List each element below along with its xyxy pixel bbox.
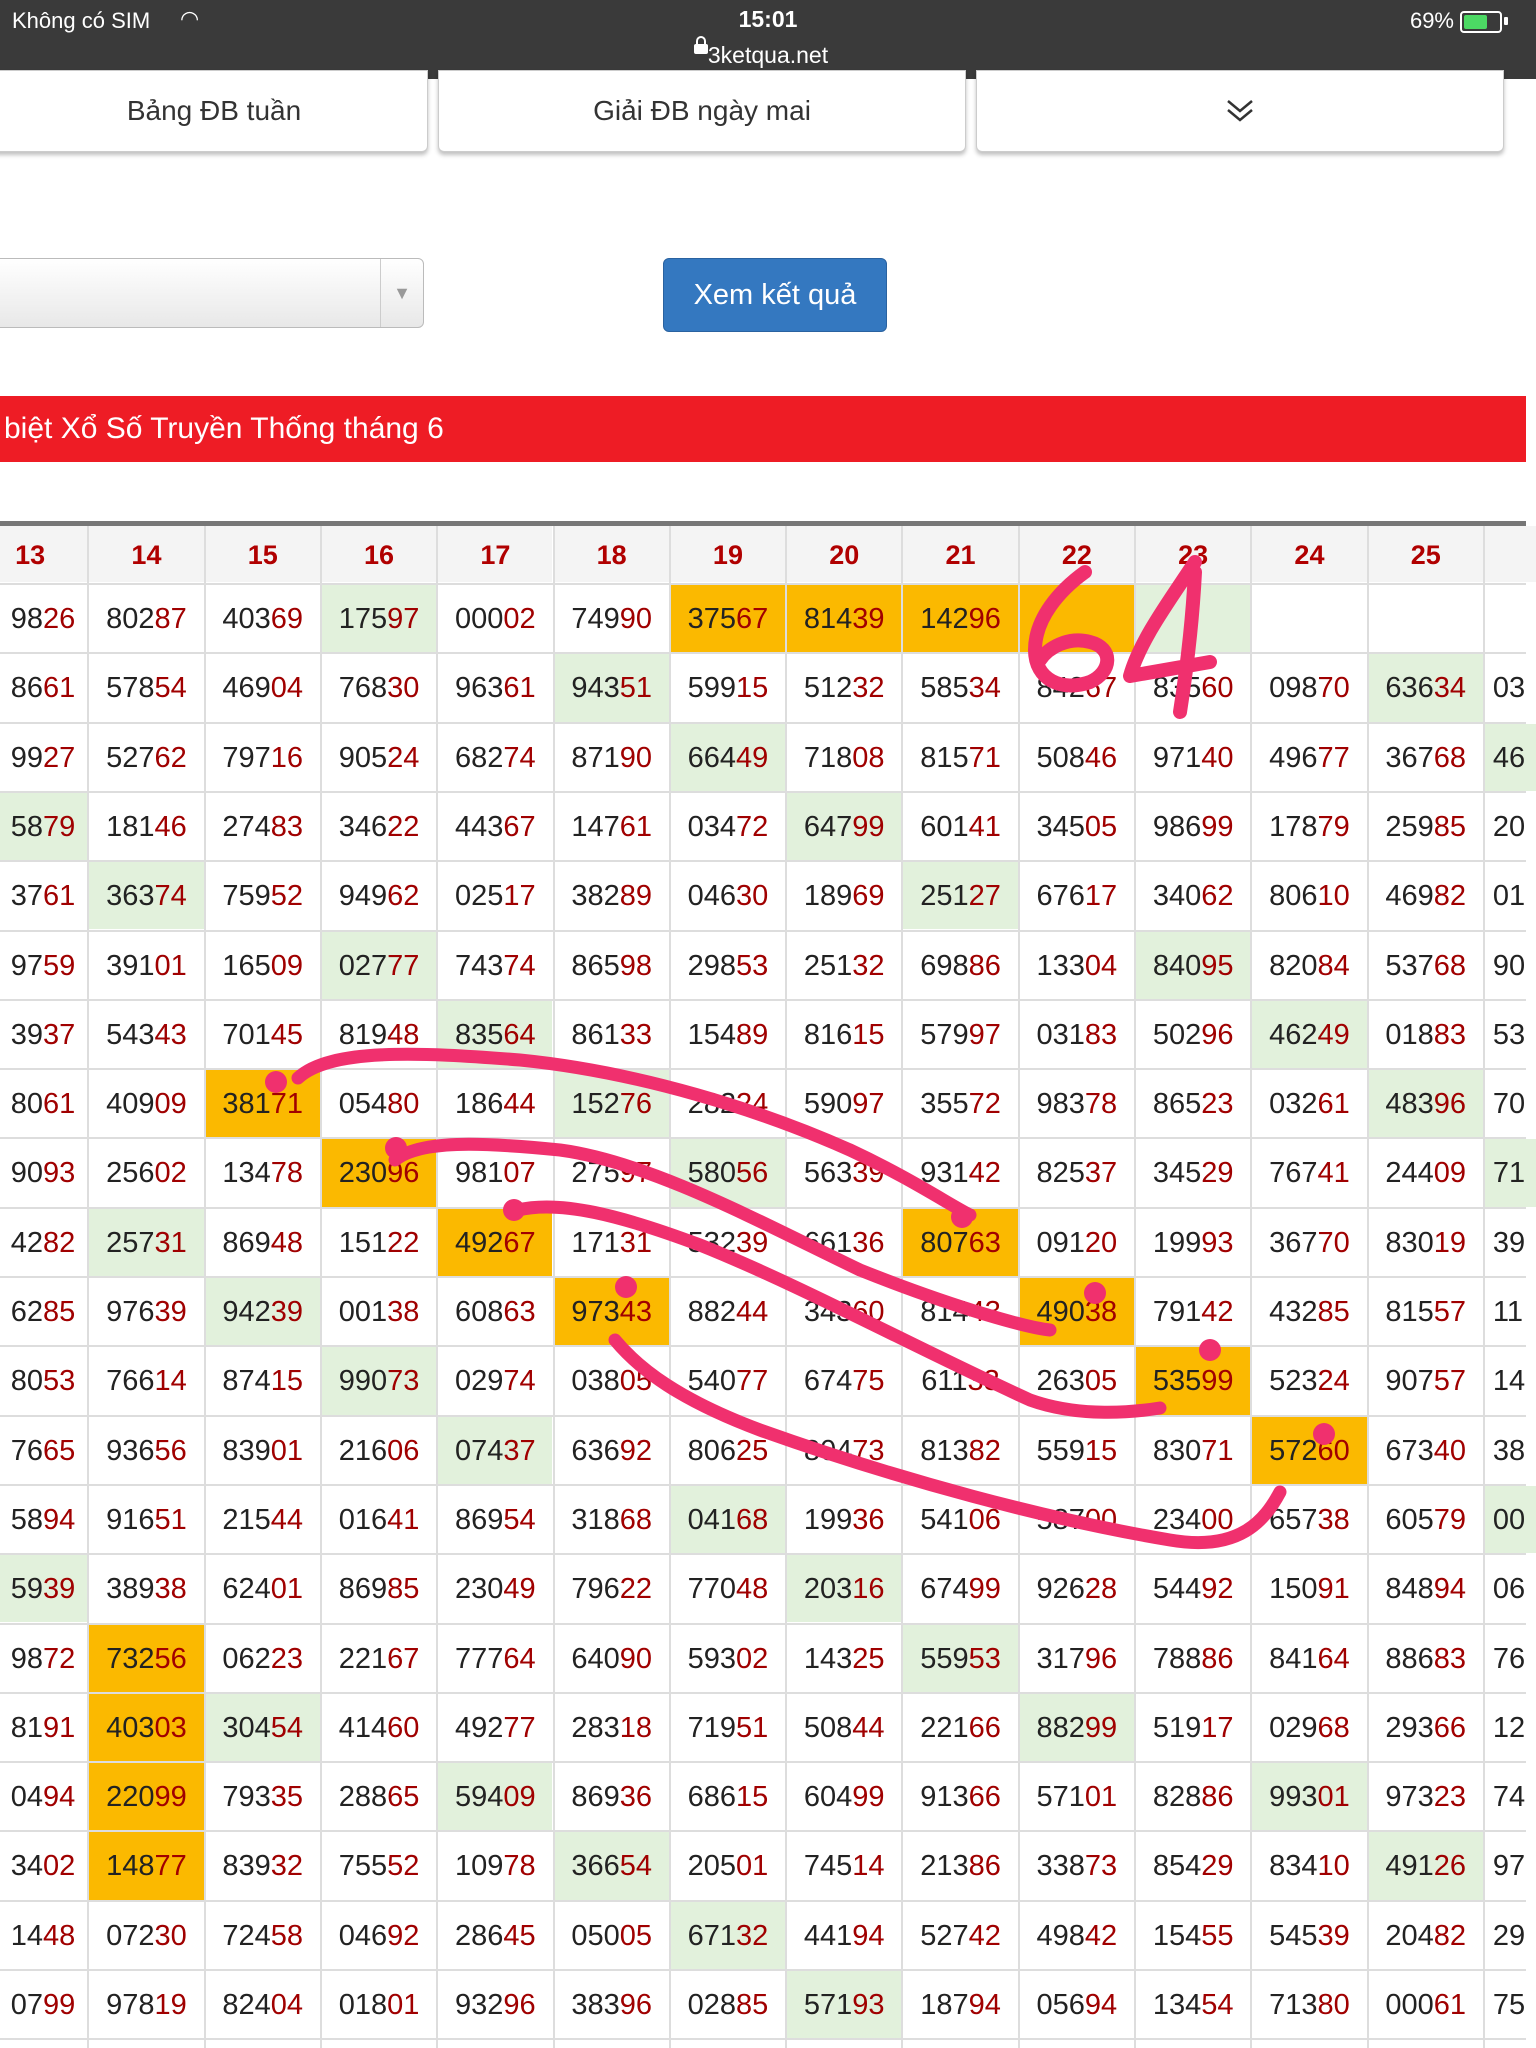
annotation-dot: [615, 1276, 637, 1298]
annotation-dot: [385, 1137, 407, 1159]
annotation-digit-4: [1123, 555, 1217, 719]
annotation-dot: [1199, 1339, 1221, 1361]
annotation-dot: [503, 1199, 525, 1221]
annotation-digit-6: [1028, 565, 1115, 693]
annotation-stroke-3: [511, 1200, 1167, 1419]
annotation-dot: [1313, 1423, 1335, 1445]
annotation-dot: [951, 1206, 973, 1228]
annotation-stroke-4: [608, 1333, 1287, 1550]
annotation-stroke-1: [291, 1047, 977, 1222]
hand-drawn-annotations: 64: [0, 0, 1335, 1550]
annotation-dot: [1084, 1282, 1106, 1304]
annotation-stroke-2: [388, 1137, 1057, 1337]
annotation-dot: [265, 1071, 287, 1093]
annotation-text: 64: [0, 0, 2, 1]
